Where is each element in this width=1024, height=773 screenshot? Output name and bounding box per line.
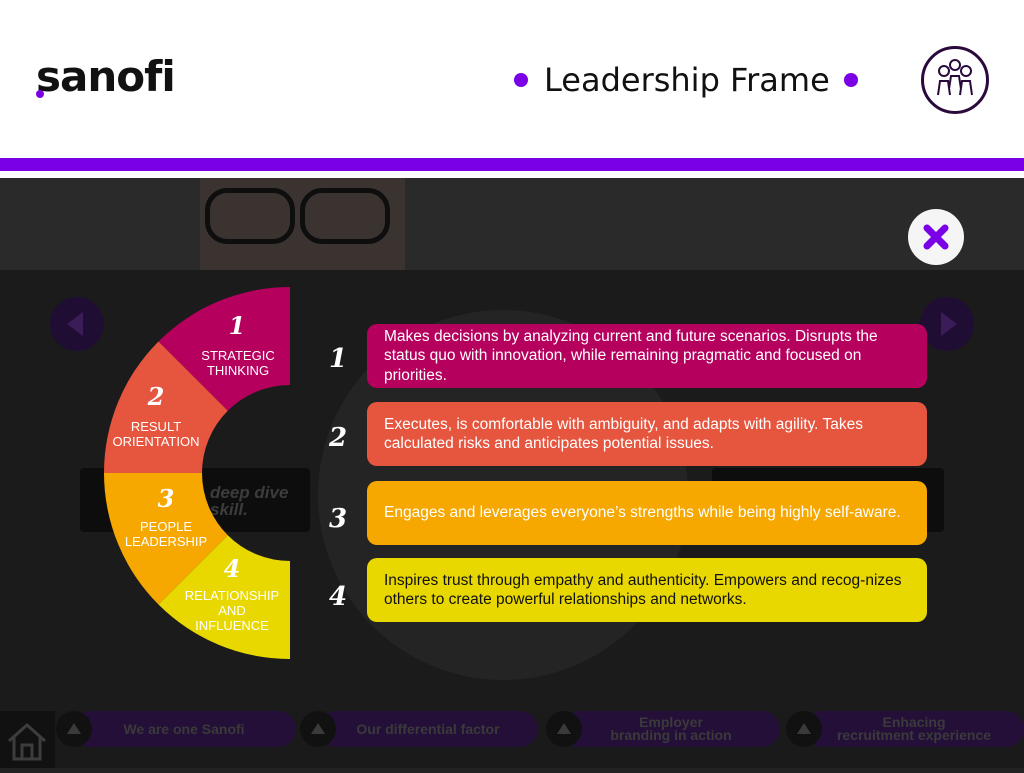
row-number: 2	[328, 423, 348, 453]
description-text: Inspires trust through empathy and authe…	[384, 571, 902, 609]
description-relationship-influence: Inspires trust through empathy and authe…	[367, 558, 927, 622]
nav-pill-toggle[interactable]	[56, 711, 92, 747]
triangle-up-icon	[557, 723, 571, 734]
triangle-up-icon	[797, 723, 811, 734]
triangle-up-icon	[67, 723, 81, 734]
segment-number: 4	[223, 554, 241, 583]
segment-label: STRATEGIC THINKING	[201, 348, 275, 378]
nav-pill-label: We are one Sanofi	[123, 720, 245, 737]
nav-pill-one-sanofi[interactable]: We are one Sanofi	[72, 711, 296, 747]
segment-label: PEOPLE LEADERSHIP	[124, 519, 208, 549]
description-text: Makes decisions by analyzing current and…	[384, 327, 878, 384]
nav-pill-differential-factor[interactable]: Our differential factor	[318, 711, 538, 747]
row-number: 3	[328, 504, 348, 534]
description-result-orientation: Executes, is comfortable with ambiguity,…	[367, 402, 927, 466]
nav-pill-label: Our differential factor	[356, 720, 500, 737]
row-number: 4	[328, 582, 348, 612]
description-people-leadership: Engages and leverages everyone’s strengt…	[367, 481, 927, 545]
nav-pill-label: Employer branding in action	[610, 714, 732, 743]
segment-label: RELATIONSHIP AND INFLUENCE	[184, 588, 280, 633]
segment-label: RESULT ORIENTATION	[112, 419, 200, 449]
home-icon	[8, 722, 46, 761]
nav-pill-toggle[interactable]	[786, 711, 822, 747]
triangle-up-icon	[311, 723, 325, 734]
nav-pill-recruitment-experience[interactable]: Enhacing recruitment experience	[804, 711, 1024, 747]
description-strategic-thinking: Makes decisions by analyzing current and…	[367, 324, 927, 388]
nav-pill-toggle[interactable]	[300, 711, 336, 747]
nav-pill-toggle[interactable]	[546, 711, 582, 747]
home-button[interactable]	[0, 711, 55, 768]
segment-number: 3	[157, 484, 175, 513]
description-text: Executes, is comfortable with ambiguity,…	[384, 415, 864, 453]
segment-number: 2	[147, 382, 165, 411]
description-text: Engages and leverages everyone’s strengt…	[384, 504, 901, 522]
nav-pill-employer-branding[interactable]: Employer branding in action	[562, 711, 780, 747]
segment-number: 1	[228, 311, 246, 340]
nav-pill-label: Enhacing recruitment experience	[836, 714, 992, 743]
row-number: 1	[328, 344, 348, 374]
